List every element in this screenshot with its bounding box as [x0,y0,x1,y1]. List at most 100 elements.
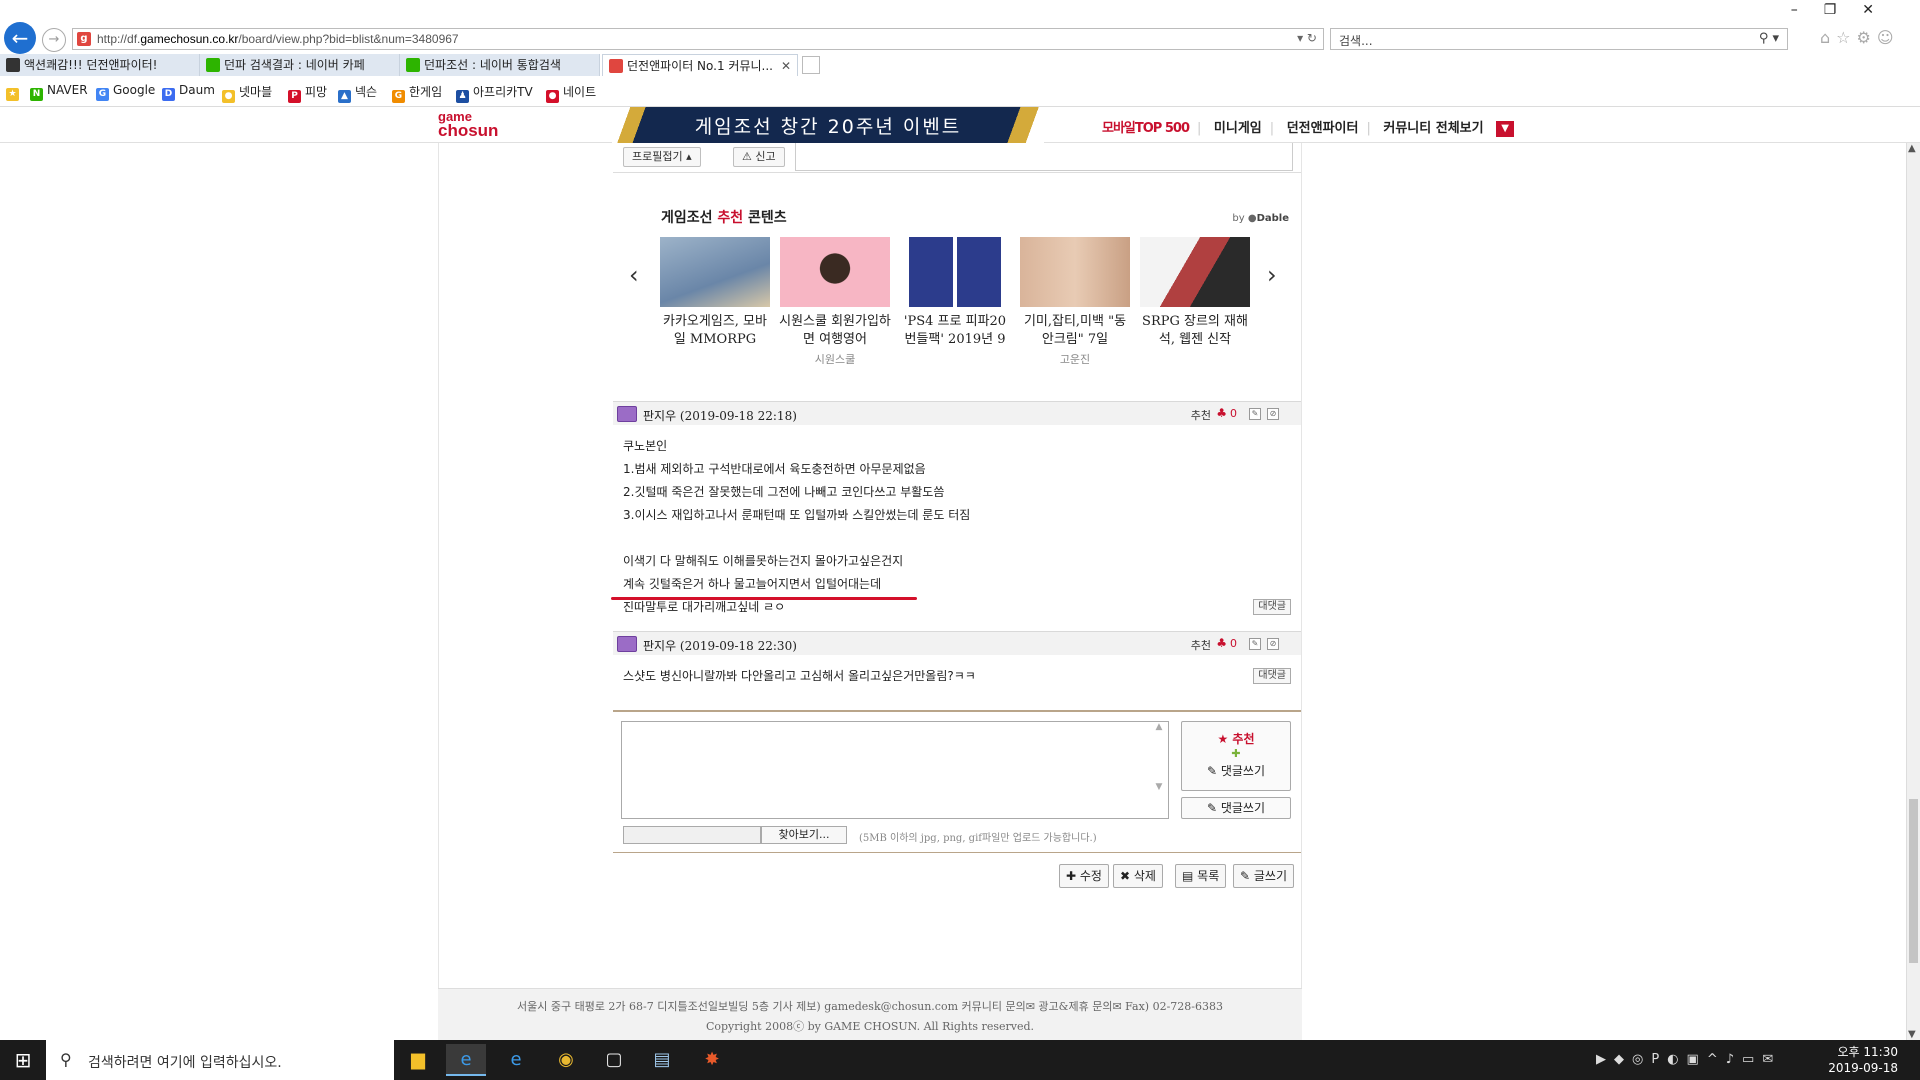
forward-button[interactable]: → [42,28,66,52]
scroll-up-icon[interactable]: ▲ [1908,143,1916,154]
edit-button[interactable]: ✚ 수정 [1059,864,1109,888]
tab-naver-search[interactable]: 던파조선 : 네이버 통합검색 [400,54,600,76]
reco-item[interactable]: SRPG 장르의 재해석, 웹젠 신작 [1139,237,1251,351]
comment-body: 스샷도 병신아니랄까봐 다안올리고 고심해서 올리고싶은거만올림?ㅋㅋ [623,669,976,683]
browser-search-box[interactable]: 검색... ⚲ ▾ [1330,28,1788,50]
tab-naver-cafe[interactable]: 던파 검색결과 : 네이버 카페 [200,54,400,76]
nav-mobile-top500[interactable]: 모바일TOP 500 [1102,121,1190,136]
minimize-icon[interactable]: – [1791,2,1824,18]
tray-app-icon[interactable]: ◎ [1632,1052,1651,1067]
reco-item[interactable]: 'PS4 프로 피파20 번들팩' 2019년 9 [899,237,1011,351]
tab-dnf-official[interactable]: 액션쾌감!!! 던전앤파이터! [0,54,200,76]
fav-hangame[interactable]: G 한게임 [392,83,442,103]
dable-credit[interactable]: by ●Dable [1232,213,1289,224]
tab-favicon-icon [206,58,220,72]
textarea-scrollbar[interactable]: ▲ ▼ [1152,722,1166,818]
fav-google[interactable]: G Google [96,83,155,101]
site-nav: 모바일TOP 500 | 미니게임 | 던전앤파이터 | 커뮤니티 전체보기 ▼ [1102,117,1522,137]
favorites-star-icon[interactable]: ☆ [1836,28,1856,47]
fav-naver[interactable]: N NAVER [30,83,88,101]
nav-dungeon-fighter[interactable]: 던전앤파이터 [1287,121,1359,136]
file-explorer-icon[interactable]: ▆ [398,1044,438,1076]
chevron-down-icon[interactable]: ▼ [1496,121,1515,137]
comment-header: 판지우 (2019-09-18 22:30) 추천 ♣ 0 ✎ ⊘ [613,631,1301,655]
browse-button[interactable]: 찾아보기... [761,826,847,844]
nav-minigame[interactable]: 미니게임 [1214,121,1262,136]
scroll-thumb[interactable] [1909,799,1918,963]
back-button[interactable]: ← [4,22,36,54]
windows-start-icon[interactable]: ⊞ [0,1040,46,1080]
fav-afreecatv[interactable]: ♟ 아프리카TV [456,83,533,103]
nexon-icon: ▲ [338,90,351,103]
scroll-down-icon[interactable]: ▼ [1908,1029,1916,1040]
tab-gamechosun-active[interactable]: 던전앤파이터 No.1 커뮤니... ✕ [602,54,798,76]
recommend-and-comment-button[interactable]: ★ 추천 ✚ ✎ 댓글쓰기 [1181,721,1291,791]
edit-icon[interactable]: ✎ [1249,638,1261,650]
netmarble-icon: ● [222,90,235,103]
fav-daum[interactable]: D Daum [162,83,215,101]
fav-pmang[interactable]: P 피망 [288,83,327,103]
app-square-icon[interactable]: ▢ [594,1044,634,1076]
delete-icon[interactable]: ⊘ [1267,408,1279,420]
network-icon[interactable]: ▭ [1742,1052,1762,1067]
comment-write-button[interactable]: ✎ 댓글쓰기 [1181,797,1291,819]
anniversary-banner[interactable]: 게임조선 창간 20주년 이벤트 [612,107,1044,143]
edit-icon[interactable]: ✎ [1249,408,1261,420]
address-bar[interactable]: g http://df.gamechosun.co.kr/board/view.… [72,28,1324,50]
recommend-count: 0 [1230,407,1237,420]
list-button[interactable]: ▤ 목록 [1175,864,1227,888]
tray-app-icon[interactable]: ◆ [1614,1052,1632,1067]
close-icon[interactable]: ✕ [1862,2,1900,18]
reco-item[interactable]: 시원스쿨 회원가입하면 여행영어 시원스쿨 [779,237,891,367]
taskbar-clock[interactable]: 오후 11:30 2019-09-18 [1828,1044,1898,1076]
tray-app-icon[interactable]: ▶ [1596,1052,1614,1067]
fav-nexon[interactable]: ▲ 넥슨 [338,83,377,103]
comment-textarea[interactable]: ▲ ▼ [621,721,1169,819]
reco-item[interactable]: 기미,잡티,미백 "동안크림" 7일 고운진 [1019,237,1131,367]
volume-icon[interactable]: ♪ [1726,1052,1742,1067]
comment-author[interactable]: 판지우 (2019-09-18 22:30) [643,637,797,654]
gear-icon[interactable]: ⚙ [1857,28,1877,47]
page-scrollbar[interactable]: ▲ ▼ [1906,143,1920,1040]
thumbs-up-icon[interactable]: ♣ [1216,636,1227,650]
delete-icon[interactable]: ⊘ [1267,638,1279,650]
edge-icon[interactable]: e [496,1044,536,1076]
delete-button[interactable]: ✖ 삭제 [1113,864,1163,888]
tray-app-icon[interactable]: ▣ [1687,1052,1707,1067]
reco-item[interactable]: 카카오게임즈, 모바일 MMORPG [659,237,771,351]
gamechosun-logo[interactable]: game chosun [438,110,498,140]
game-launcher-icon[interactable]: ✸ [692,1044,732,1076]
reply-button[interactable]: 대댓글 [1253,668,1291,684]
chrome-icon[interactable]: ◉ [546,1044,586,1076]
comment-author[interactable]: 판지우 (2019-09-18 22:18) [643,407,797,424]
notification-icon[interactable]: ✉ [1762,1052,1781,1067]
favorites-star-icon[interactable]: ★ [6,83,23,101]
fav-netmarble[interactable]: ● 넷마블 [222,83,272,103]
carousel-prev-button[interactable]: ‹ [629,261,639,289]
address-dropdown-refresh-icon[interactable]: ▾ ↻ [1297,31,1317,45]
taskbar-search[interactable]: ⚲ 검색하려면 여기에 입력하십시오. [46,1040,394,1080]
url-text: http://df.gamechosun.co.kr/board/view.ph… [97,32,459,46]
notepad-icon[interactable]: ▤ [642,1044,682,1076]
reply-button[interactable]: 대댓글 [1253,599,1291,615]
tab-close-icon[interactable]: ✕ [781,55,791,76]
profile-fold-button[interactable]: 프로필접기 ▴ [623,147,701,167]
top-input-box[interactable] [795,143,1293,171]
new-tab-button[interactable] [802,56,820,74]
nav-community-all[interactable]: 커뮤니티 전체보기 [1383,121,1483,136]
fav-nate[interactable]: ● 네이트 [546,83,596,103]
report-button[interactable]: ⚠ 신고 [733,147,785,167]
restore-icon[interactable]: ❐ [1824,2,1863,18]
tray-app-icon[interactable]: P [1651,1052,1667,1067]
tray-app-icon[interactable]: ◐ [1667,1052,1686,1067]
chevron-up-icon[interactable]: ^ [1707,1052,1726,1067]
internet-explorer-icon[interactable]: e [446,1044,486,1076]
file-path-field[interactable] [623,826,761,844]
google-icon: G [96,88,109,101]
thumbs-up-icon[interactable]: ♣ [1216,406,1227,420]
carousel-next-button[interactable]: › [1267,261,1277,289]
smiley-icon[interactable]: ☺ [1877,28,1900,47]
home-icon[interactable]: ⌂ [1820,28,1836,47]
search-icon[interactable]: ⚲ ▾ [1759,31,1779,46]
write-post-button[interactable]: ✎ 글쓰기 [1233,864,1294,888]
